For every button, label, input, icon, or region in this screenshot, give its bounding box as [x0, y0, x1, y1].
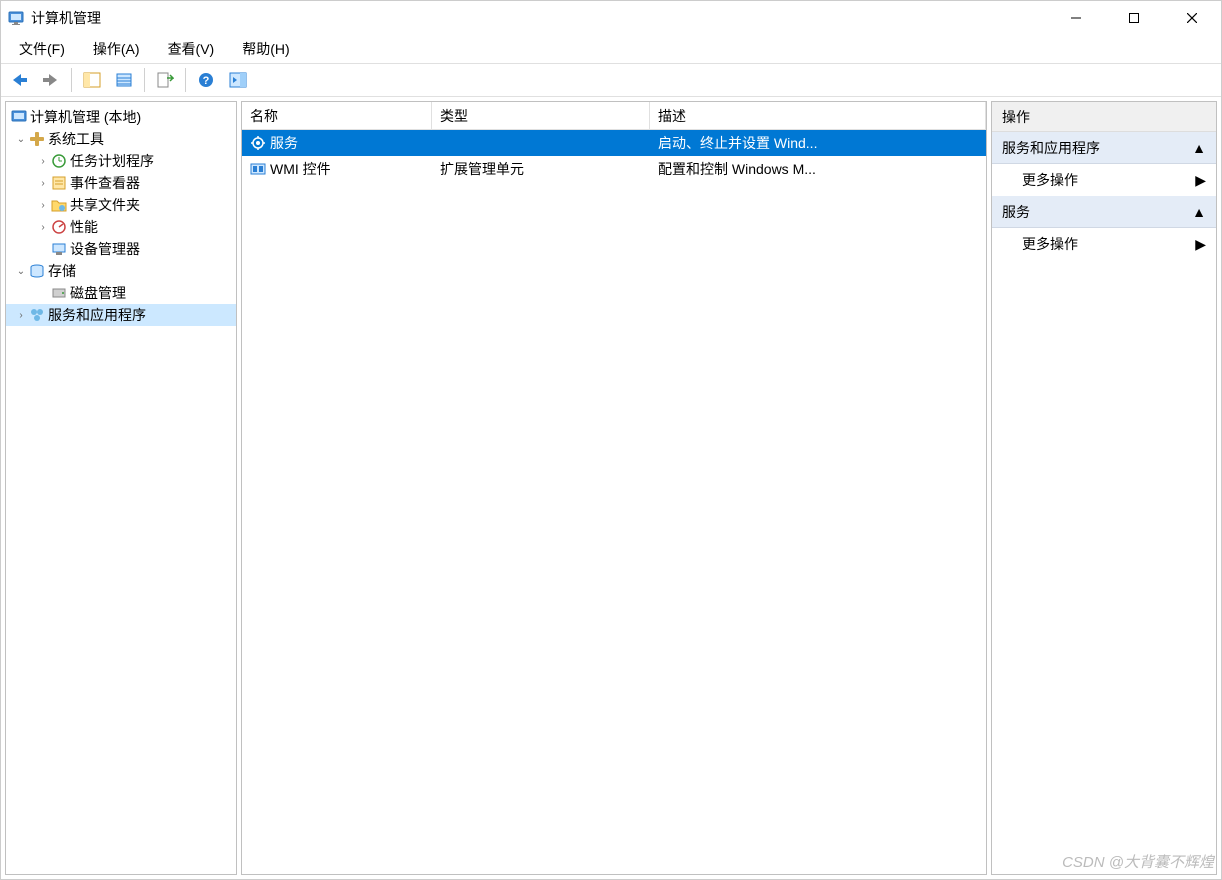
back-button[interactable] [5, 66, 33, 94]
actions-pane: 操作 服务和应用程序 ▲ 更多操作 ▶ 服务 ▲ 更多操作 ▶ [991, 101, 1217, 875]
tree-root[interactable]: 计算机管理 (本地) [6, 106, 236, 128]
collapse-icon[interactable]: ⌄ [14, 134, 28, 145]
list-cell: 扩展管理单元 [432, 159, 650, 179]
content-pane: 名称 类型 描述 服务 启动、终止并设置 Wind... WMI 控件 [241, 101, 987, 875]
tree-label: 事件查看器 [68, 173, 140, 193]
storage-icon [28, 263, 46, 279]
collapse-up-icon: ▲ [1192, 140, 1206, 156]
gear-icon [250, 135, 266, 151]
event-icon [50, 175, 68, 191]
column-description[interactable]: 描述 [650, 102, 986, 129]
list-cell: 服务 [270, 133, 298, 153]
wmi-icon [250, 161, 266, 177]
maximize-button[interactable] [1105, 1, 1163, 35]
tree-label: 性能 [68, 217, 98, 237]
tree-services-apps[interactable]: › 服务和应用程序 [6, 304, 236, 326]
toolbar-separator [71, 68, 72, 92]
expand-icon[interactable]: › [36, 156, 50, 167]
app-window: 计算机管理 文件(F) 操作(A) 查看(V) 帮助(H) ? 计算机管理 (本… [0, 0, 1222, 880]
collapse-icon[interactable]: ⌄ [14, 266, 28, 277]
app-icon [7, 10, 25, 26]
column-name[interactable]: 名称 [242, 102, 432, 129]
tree-system-tools[interactable]: ⌄ 系统工具 [6, 128, 236, 150]
action-group-label: 服务 [1002, 202, 1030, 222]
tools-icon [28, 131, 46, 147]
clock-icon [50, 153, 68, 169]
tree-disk-management[interactable]: 磁盘管理 [6, 282, 236, 304]
tree-performance[interactable]: › 性能 [6, 216, 236, 238]
computer-icon [10, 109, 28, 125]
chevron-right-icon: ▶ [1195, 236, 1206, 253]
action-label: 更多操作 [1022, 234, 1078, 254]
show-tree-button[interactable] [78, 66, 106, 94]
tree-label: 服务和应用程序 [46, 305, 146, 325]
tree-label: 计算机管理 (本地) [28, 107, 141, 127]
menu-file[interactable]: 文件(F) [11, 37, 73, 61]
list-header: 名称 类型 描述 [242, 102, 986, 130]
toolbar: ? [1, 63, 1221, 97]
shared-folder-icon [50, 197, 68, 213]
performance-icon [50, 219, 68, 235]
tree-pane: 计算机管理 (本地) ⌄ 系统工具 › 任务计划程序 › 事件查看器 › 共享文… [5, 101, 237, 875]
action-more-1[interactable]: 更多操作 ▶ [992, 164, 1216, 196]
toolbar-separator [185, 68, 186, 92]
close-button[interactable] [1163, 1, 1221, 35]
minimize-button[interactable] [1047, 1, 1105, 35]
export-button[interactable] [151, 66, 179, 94]
actions-title: 操作 [992, 102, 1216, 132]
list-cell: 配置和控制 Windows M... [650, 159, 986, 179]
chevron-right-icon: ▶ [1195, 172, 1206, 189]
disk-icon [50, 285, 68, 301]
actions-pane-button[interactable] [224, 66, 252, 94]
tree-label: 磁盘管理 [68, 283, 126, 303]
services-icon [28, 307, 46, 323]
tree-storage[interactable]: ⌄ 存储 [6, 260, 236, 282]
list-cell: 启动、终止并设置 Wind... [650, 133, 986, 153]
action-group-services[interactable]: 服务 ▲ [992, 196, 1216, 228]
main-area: 计算机管理 (本地) ⌄ 系统工具 › 任务计划程序 › 事件查看器 › 共享文… [1, 97, 1221, 879]
list-cell: WMI 控件 [270, 159, 331, 179]
action-label: 更多操作 [1022, 170, 1078, 190]
tree-task-scheduler[interactable]: › 任务计划程序 [6, 150, 236, 172]
menubar: 文件(F) 操作(A) 查看(V) 帮助(H) [1, 35, 1221, 63]
tree-event-viewer[interactable]: › 事件查看器 [6, 172, 236, 194]
menu-action[interactable]: 操作(A) [85, 37, 148, 61]
device-icon [50, 241, 68, 257]
list-body: 服务 启动、终止并设置 Wind... WMI 控件 扩展管理单元 配置和控制 … [242, 130, 986, 874]
tree-label: 系统工具 [46, 129, 104, 149]
action-group-services-apps[interactable]: 服务和应用程序 ▲ [992, 132, 1216, 164]
forward-button[interactable] [37, 66, 65, 94]
menu-help[interactable]: 帮助(H) [234, 37, 297, 61]
action-more-2[interactable]: 更多操作 ▶ [992, 228, 1216, 260]
expand-icon[interactable]: › [36, 200, 50, 211]
tree-label: 设备管理器 [68, 239, 140, 259]
action-group-label: 服务和应用程序 [1002, 138, 1100, 158]
expand-icon[interactable]: › [36, 178, 50, 189]
help-button[interactable]: ? [192, 66, 220, 94]
tree-label: 共享文件夹 [68, 195, 140, 215]
tree-label: 存储 [46, 261, 76, 281]
properties-button[interactable] [110, 66, 138, 94]
tree-label: 任务计划程序 [68, 151, 154, 171]
expand-icon[interactable]: › [36, 222, 50, 233]
list-row-services[interactable]: 服务 启动、终止并设置 Wind... [242, 130, 986, 156]
window-title: 计算机管理 [31, 8, 101, 28]
collapse-up-icon: ▲ [1192, 204, 1206, 220]
tree-shared-folders[interactable]: › 共享文件夹 [6, 194, 236, 216]
list-row-wmi[interactable]: WMI 控件 扩展管理单元 配置和控制 Windows M... [242, 156, 986, 182]
expand-icon[interactable]: › [14, 310, 28, 321]
svg-text:?: ? [203, 75, 210, 87]
titlebar: 计算机管理 [1, 1, 1221, 35]
menu-view[interactable]: 查看(V) [160, 37, 223, 61]
column-type[interactable]: 类型 [432, 102, 650, 129]
toolbar-separator [144, 68, 145, 92]
tree-device-manager[interactable]: 设备管理器 [6, 238, 236, 260]
